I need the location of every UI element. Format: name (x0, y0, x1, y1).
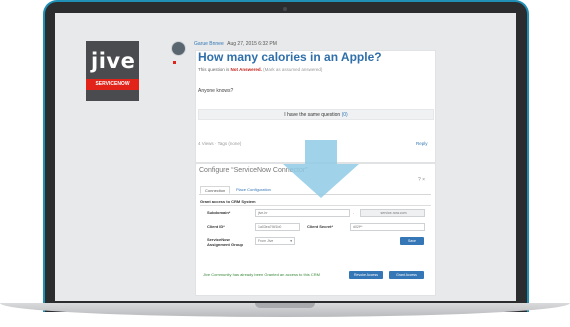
avatar[interactable] (171, 41, 186, 56)
same-question-button[interactable]: I have the same question (0) (198, 109, 434, 120)
author-link[interactable]: Garue Bnnee (194, 41, 224, 47)
client-id-input[interactable]: 1a03ea7f4f1b0 (255, 223, 300, 231)
section-title: Grant access to CRM System (200, 199, 256, 204)
reply-link[interactable]: Reply (416, 141, 428, 146)
chevron-down-icon: ▾ (290, 239, 292, 243)
client-id-label: Client ID* (207, 224, 225, 229)
assignment-group-select[interactable]: From Jive ▾ (255, 237, 295, 245)
post-meta: Garue Bnnee Aug 27, 2015 6:32 PM (194, 41, 277, 47)
same-question-count: (0) (341, 112, 348, 118)
same-question-label: I have the same question (284, 112, 341, 118)
save-button[interactable]: Save (400, 237, 424, 245)
revoke-access-button[interactable]: Revoke Access (349, 271, 383, 279)
section-divider (200, 205, 431, 206)
status-value: Not Answered. (230, 67, 262, 72)
grant-access-button[interactable]: Grant Access (389, 271, 424, 279)
logo-text: jive (91, 49, 136, 73)
granted-message: Jive Community has already been Granted … (203, 272, 320, 277)
question-footer-meta: 4 Views · Tags (none) (198, 141, 242, 146)
tab-place-configuration[interactable]: Place Configuration (232, 186, 275, 194)
logo-band: SERVICENOW (86, 79, 139, 90)
dot-separator: . (353, 210, 355, 215)
mark-answered-link[interactable]: (Mark as assumed answered) (263, 67, 322, 72)
question-status: This question is Not Answered. (Mark as … (198, 67, 322, 72)
jive-logo: jive SERVICENOW (86, 41, 139, 101)
status-badge (173, 61, 176, 64)
domain-suffix: service-now.com (360, 209, 425, 217)
help-close-icon[interactable]: ? × (418, 177, 425, 183)
client-secret-label: Client Secret* (307, 224, 334, 229)
tab-connection[interactable]: Connection (200, 186, 231, 194)
camera-icon (283, 7, 287, 11)
post-date: Aug 27, 2015 6:32 PM (227, 41, 277, 47)
client-secret-input[interactable]: d02f** (350, 223, 425, 231)
subdomain-input[interactable]: jive-hr (255, 209, 350, 217)
screen: jive SERVICENOW Garue Bnnee Aug 27, 2015… (55, 13, 516, 301)
assignment-group-label: ServiceNow Assignment Group (207, 237, 244, 247)
assignment-group-value: From Jive (258, 239, 274, 243)
question-title[interactable]: How many calories in an Apple? (198, 50, 382, 64)
status-prefix: This question is (198, 67, 230, 72)
question-body: Anyone knows? (198, 88, 234, 94)
down-arrow-icon (283, 140, 359, 198)
laptop-notch (255, 303, 315, 308)
subdomain-label: Subdomain* (207, 210, 231, 215)
